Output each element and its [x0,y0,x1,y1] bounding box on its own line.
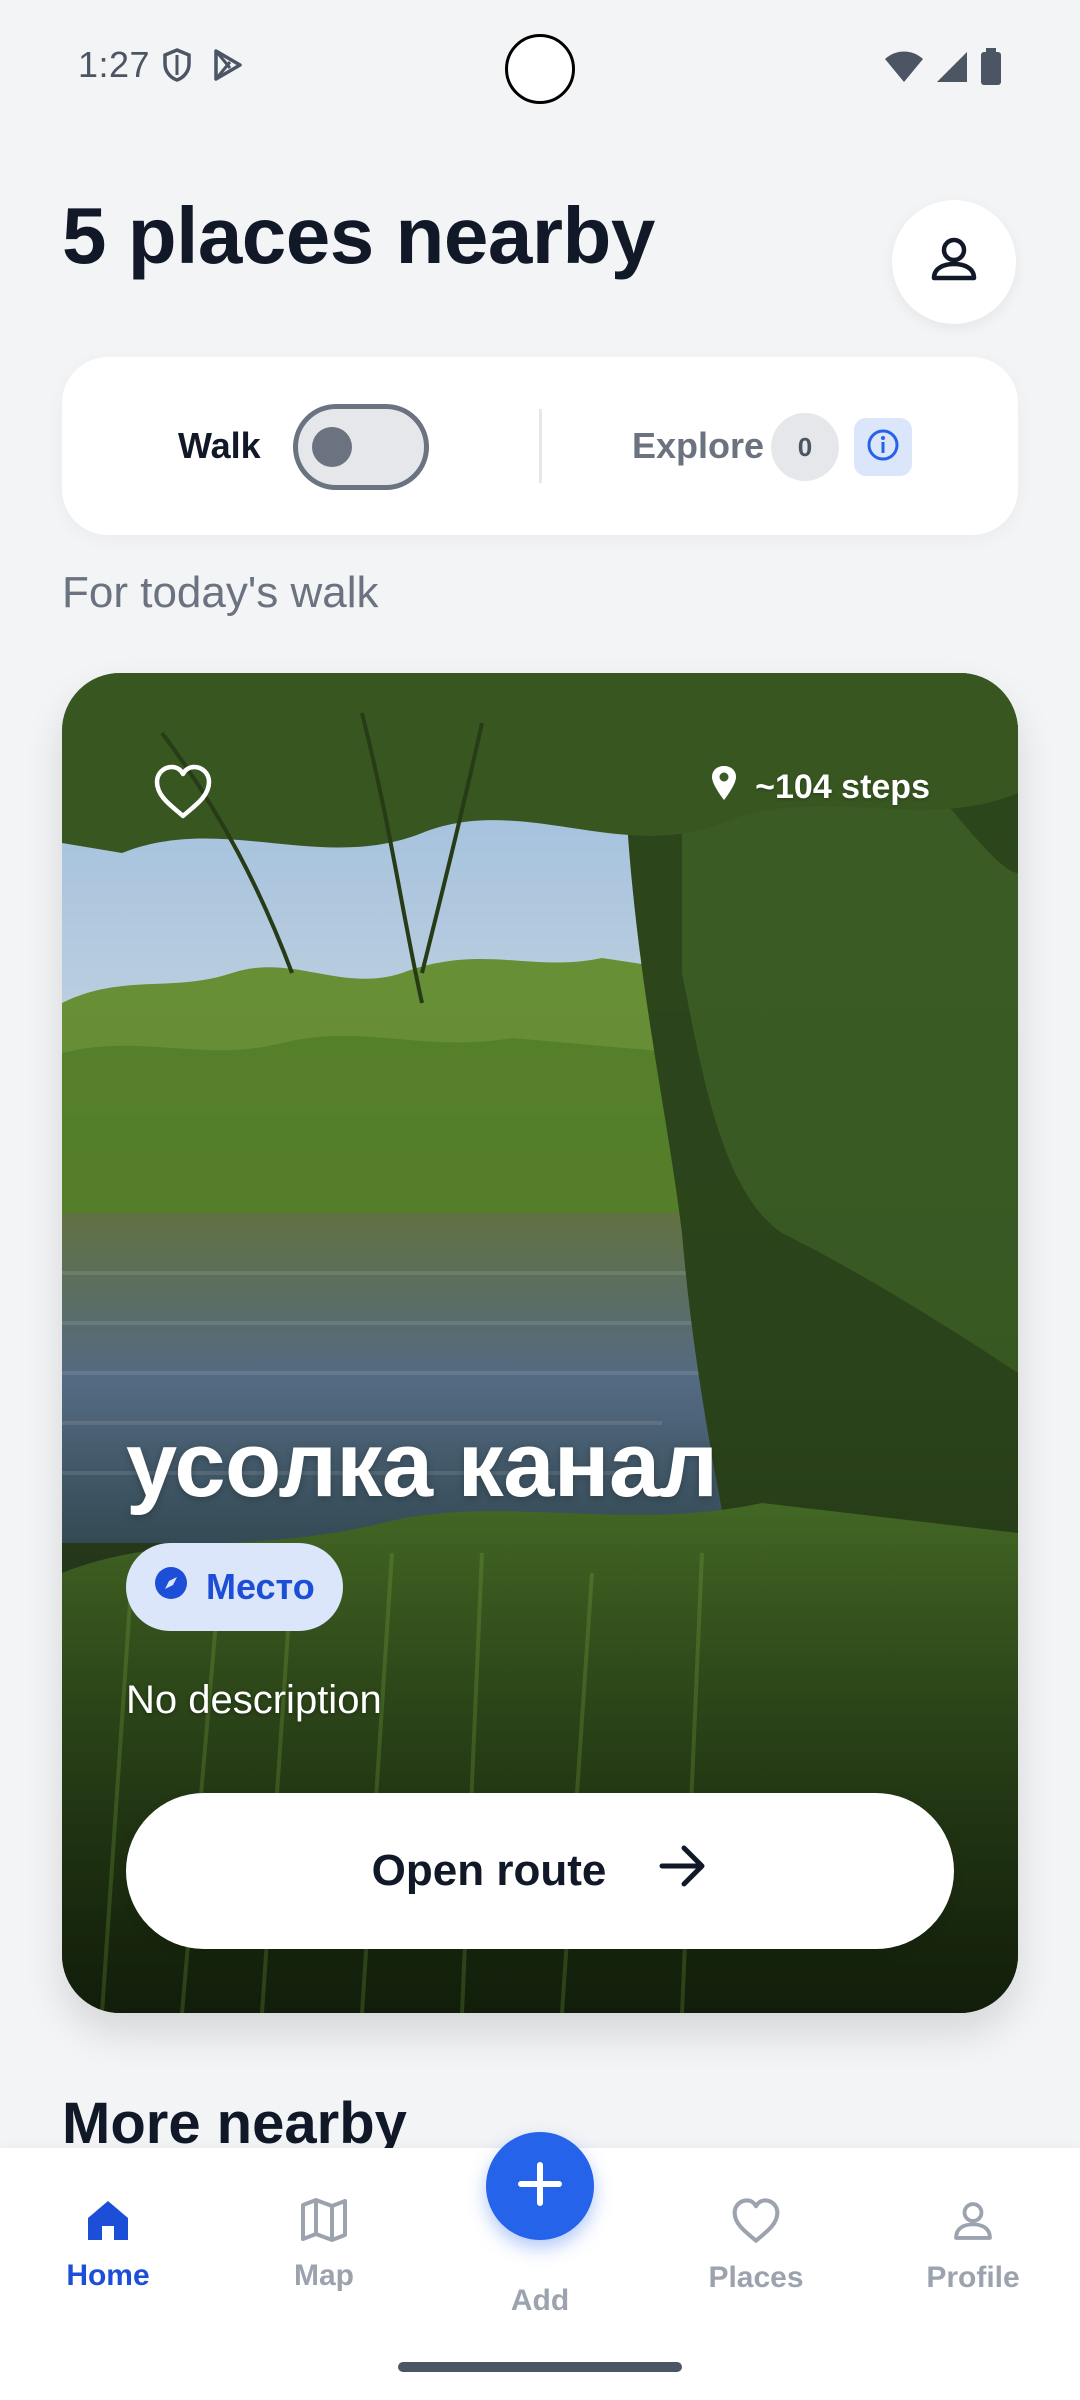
page-title: 5 places nearby [62,191,655,280]
status-left-icons [162,48,244,87]
explore-count-badge: 0 [771,413,839,481]
favorite-button[interactable] [150,761,216,827]
steps-text: ~104 steps [755,768,930,806]
home-icon [84,2198,132,2247]
profile-button[interactable] [892,200,1016,324]
shield-icon [162,48,192,87]
signal-icon [936,50,968,89]
status-right-icons [884,48,1002,91]
play-store-icon [212,48,244,87]
person-icon [951,2198,995,2249]
map-pin-icon [711,765,737,810]
status-bar: 1:27 [0,0,1080,130]
open-route-label: Open route [371,1846,607,1895]
nav-map[interactable]: Map [244,2198,404,2293]
map-icon [300,2198,348,2247]
info-icon [866,428,900,467]
nav-home[interactable]: Home [28,2198,188,2293]
nav-profile-label: Profile [926,2261,1020,2294]
explore-label: Explore [632,425,765,466]
open-route-button[interactable]: Open route [126,1793,954,1949]
heart-outline-icon [153,764,213,825]
nav-profile[interactable]: Profile [893,2198,1053,2295]
more-nearby-heading: More nearby [62,2091,407,2156]
nav-home-label: Home [66,2259,150,2292]
nav-add-label: Add [510,2284,570,2317]
walk-label: Walk [178,425,261,466]
status-time: 1:27 [78,44,151,85]
home-indicator[interactable] [398,2362,682,2372]
featured-place-card[interactable]: ~104 steps усолка канал Место No descrip… [62,673,1018,2013]
add-button[interactable] [486,2132,594,2240]
walk-toggle-knob [312,427,352,467]
plus-icon [517,2161,563,2212]
section-subtitle: For today's walk [62,568,379,617]
category-label: Место [206,1566,315,1607]
compass-icon [154,1566,188,1609]
walk-toggle[interactable] [293,404,429,490]
mode-divider [539,409,542,483]
nav-map-label: Map [294,2259,354,2292]
heart-outline-icon [731,2198,781,2249]
nav-places[interactable]: Places [676,2198,836,2295]
arrow-right-icon [658,1844,708,1899]
place-title: усолка канал [126,1414,718,1516]
mode-card: Walk Explore 0 [62,357,1018,535]
place-description: No description [126,1678,382,1722]
battery-icon [980,48,1002,91]
wifi-icon [884,50,924,89]
explore-info-button[interactable] [854,418,912,476]
nav-places-label: Places [708,2261,804,2294]
category-chip: Место [126,1543,343,1631]
camera-cutout [505,34,575,104]
steps-distance: ~104 steps [711,765,930,810]
person-icon [928,234,980,291]
home-screen: 1:27 5 places nearby Walk Explore 0 For … [0,0,1080,2400]
